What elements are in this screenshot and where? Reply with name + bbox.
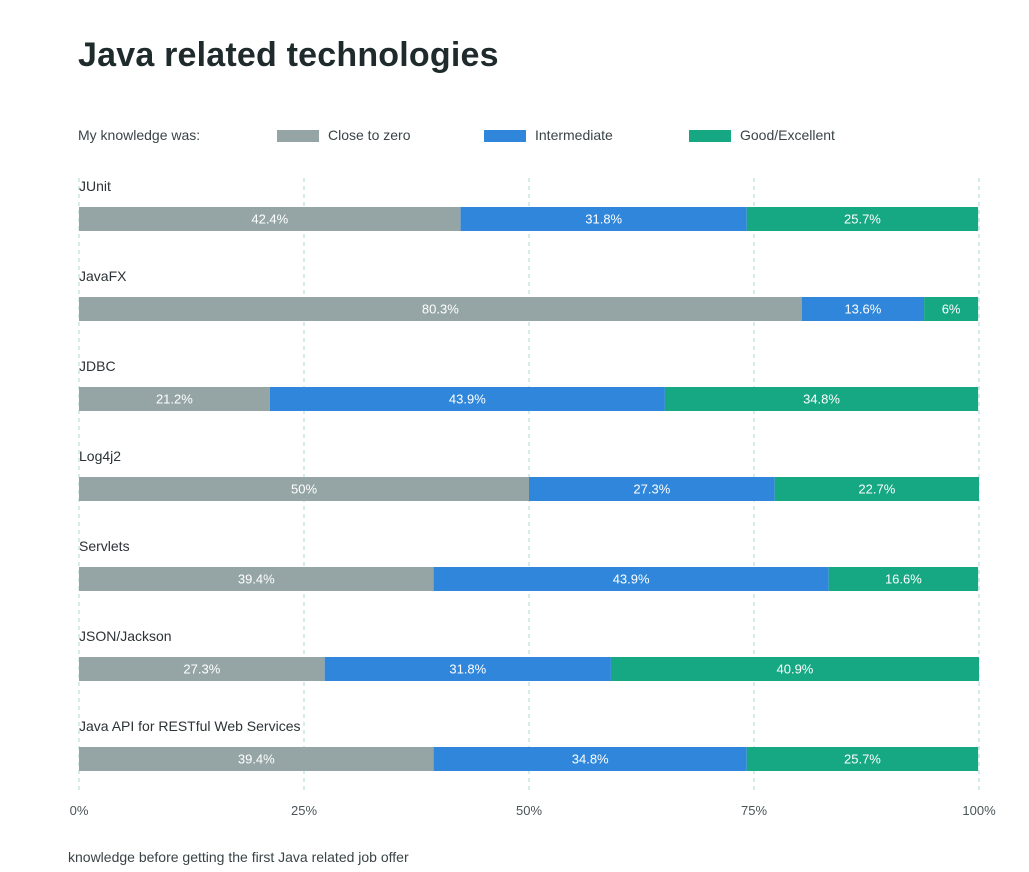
category-label: JDBC <box>79 358 116 374</box>
bar-value-label: 80.3% <box>422 302 459 317</box>
bar-value-label: 31.8% <box>585 212 622 227</box>
x-tick-label: 0% <box>70 803 89 818</box>
bar-value-label: 42.4% <box>251 212 288 227</box>
bar-value-label: 27.3% <box>183 662 220 677</box>
bar-value-label: 34.8% <box>803 392 840 407</box>
category-label: Log4j2 <box>79 448 121 464</box>
stacked-bar-chart: 0% 25% 50% 75% 100% JUnit 42.4% 31.8% 25.7% JavaF… <box>70 178 996 818</box>
bar-value-label: 16.6% <box>885 572 922 587</box>
x-tick-label: 75% <box>741 803 767 818</box>
chart-footnote: knowledge before getting the first Java … <box>68 849 409 865</box>
bar-value-label: 40.9% <box>777 662 814 677</box>
category-label: Servlets <box>79 538 130 554</box>
bar-value-label: 34.8% <box>572 752 609 767</box>
category-label: Java API for RESTful Web Services <box>79 718 301 734</box>
bar-value-label: 6% <box>942 302 961 317</box>
category-label: JUnit <box>79 178 111 194</box>
bar-value-label: 39.4% <box>238 752 275 767</box>
bar-value-label: 27.3% <box>633 482 670 497</box>
bar-value-label: 43.9% <box>613 572 650 587</box>
bar-value-label: 50% <box>291 482 317 497</box>
category-label: JSON/Jackson <box>79 628 172 644</box>
x-tick-label: 50% <box>516 803 542 818</box>
bar-value-label: 21.2% <box>156 392 193 407</box>
bar-value-label: 25.7% <box>844 212 881 227</box>
x-tick-label: 25% <box>291 803 317 818</box>
bar-value-label: 13.6% <box>844 302 881 317</box>
bar-value-label: 43.9% <box>449 392 486 407</box>
bar-value-label: 22.7% <box>858 482 895 497</box>
category-label: JavaFX <box>79 268 127 284</box>
bar-value-label: 39.4% <box>238 572 275 587</box>
bar-value-label: 25.7% <box>844 752 881 767</box>
bar-value-label: 31.8% <box>449 662 486 677</box>
x-tick-label: 100% <box>962 803 996 818</box>
